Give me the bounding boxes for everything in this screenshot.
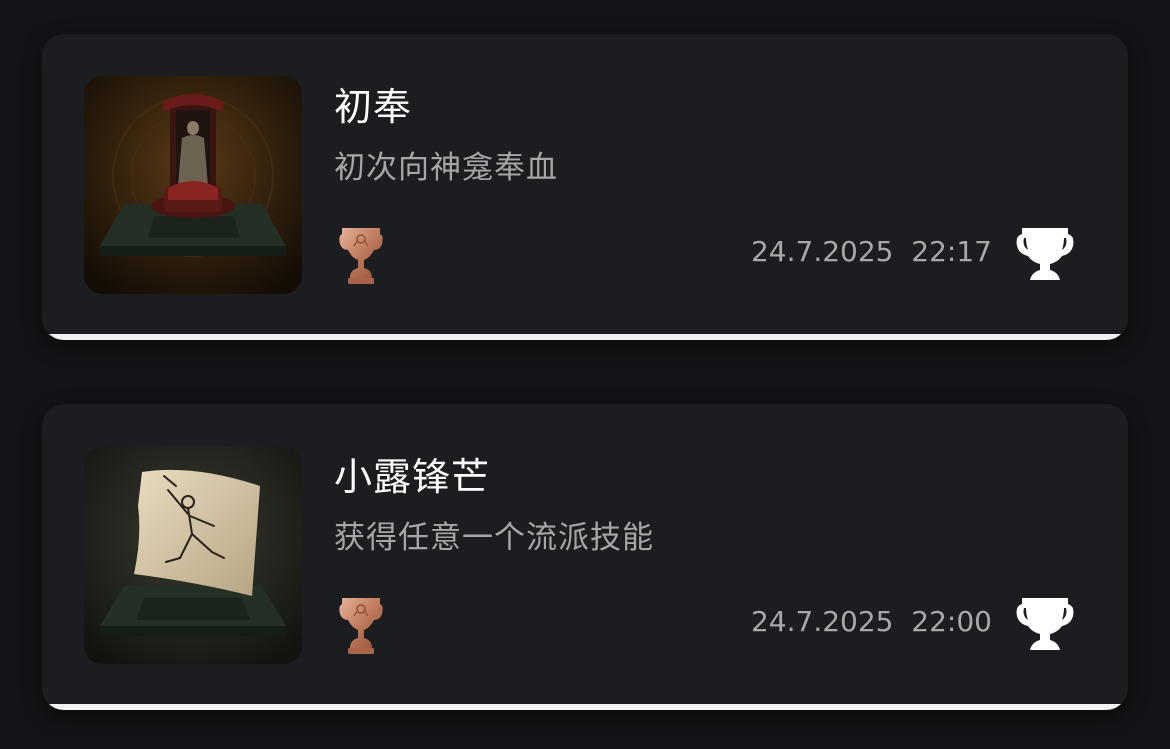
trophy-card[interactable]: 初奉 初次向神龛奉血 24.7.2025 22:17 <box>42 34 1128 340</box>
bronze-trophy-icon <box>338 224 384 286</box>
unlock-timestamp: 24.7.2025 22:00 <box>751 602 992 642</box>
unlock-timestamp: 24.7.2025 22:17 <box>751 232 992 272</box>
trophy-title: 小露锋芒 <box>334 455 491 499</box>
unlock-date: 24.7.2025 <box>750 235 894 268</box>
trophy-description: 初次向神龛奉血 <box>334 150 558 186</box>
unlock-date: 24.7.2025 <box>750 605 894 638</box>
unlock-time: 22:17 <box>911 235 992 268</box>
skill-scroll-icon <box>84 446 302 664</box>
trophy-icon[interactable] <box>1014 222 1076 286</box>
unlock-time: 22:00 <box>911 605 992 638</box>
bronze-trophy-icon <box>338 594 384 656</box>
trophy-title: 初奉 <box>334 85 413 129</box>
trophy-card[interactable]: 小露锋芒 获得任意一个流派技能 24.7.2025 22:00 <box>42 404 1128 710</box>
trophy-description: 获得任意一个流派技能 <box>334 520 654 556</box>
shrine-statue-icon <box>84 76 302 294</box>
trophy-icon[interactable] <box>1014 592 1076 656</box>
